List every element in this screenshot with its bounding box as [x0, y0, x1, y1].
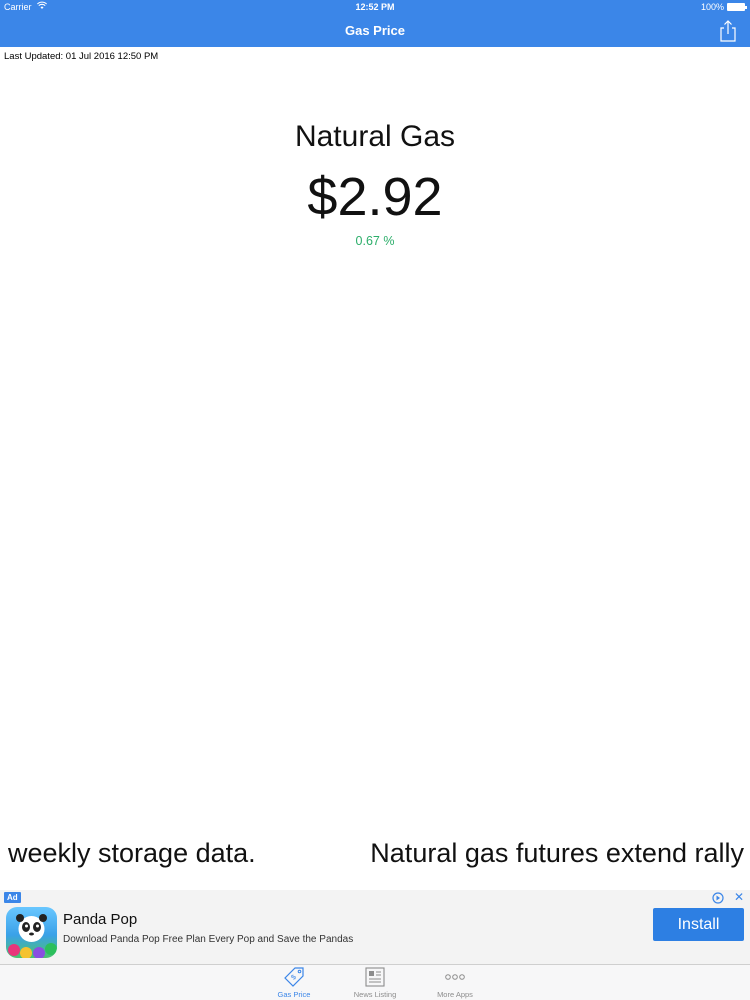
ad-app-title[interactable]: Panda Pop — [63, 911, 137, 928]
status-bar: Carrier 12:52 PM 100% — [0, 0, 750, 14]
ad-banner[interactable]: Ad ✕ Panda Pop Download Panda Pop Free P… — [0, 890, 750, 964]
tab-label: News Listing — [353, 990, 397, 999]
share-icon — [720, 20, 736, 42]
tab-label: More Apps — [437, 990, 473, 999]
ad-badge: Ad — [4, 892, 21, 903]
tab-more-apps[interactable]: More Apps — [420, 965, 490, 1000]
more-dots-icon — [445, 974, 465, 980]
close-icon[interactable]: ✕ — [734, 890, 744, 904]
battery-percentage: 100% — [700, 2, 724, 12]
last-updated-text: Last Updated: 01 Jul 2016 12:50 PM — [4, 51, 159, 62]
tab-news-listing[interactable]: News Listing — [340, 965, 410, 1000]
app-icon[interactable] — [6, 907, 57, 958]
ad-app-description: Download Panda Pop Free Plan Every Pop a… — [63, 934, 354, 945]
price-value: $2.92 — [307, 167, 443, 227]
price-change: 0.67 % — [355, 234, 395, 248]
page-title: Gas Price — [345, 23, 405, 38]
news-ticker[interactable]: weekly storage data. Natural gas futures… — [0, 836, 750, 872]
ticker-item[interactable]: Natural gas futures extend rally — [370, 838, 744, 869]
commodity-name: Natural Gas — [294, 120, 456, 153]
newspaper-icon — [365, 967, 385, 987]
price-tag-icon: $ — [284, 967, 304, 987]
share-button[interactable] — [718, 20, 738, 42]
navigation-bar: Gas Price — [0, 14, 750, 47]
tab-gas-price[interactable]: $ Gas Price — [259, 965, 329, 1000]
battery-icon — [727, 3, 747, 11]
install-button[interactable]: Install — [653, 908, 744, 941]
status-time: 12:52 PM — [355, 2, 395, 12]
tab-bar: $ Gas Price News Listing More Apps — [0, 964, 750, 1000]
svg-text:$: $ — [290, 974, 298, 982]
tab-label: Gas Price — [277, 990, 311, 999]
ad-choices-icon[interactable] — [712, 891, 724, 904]
ticker-item[interactable]: weekly storage data. — [8, 838, 256, 869]
